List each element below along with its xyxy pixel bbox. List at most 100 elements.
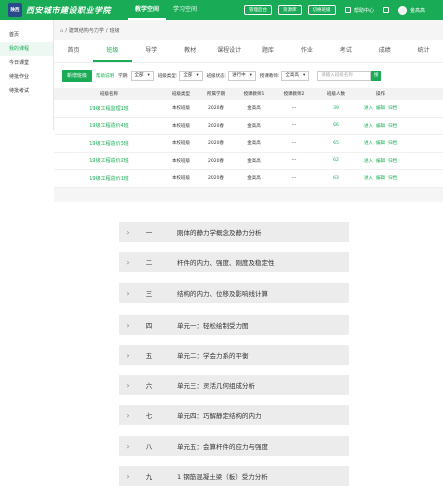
sidebar-item-my-courses[interactable]: 我的课程 [0, 42, 53, 56]
nav-teaching-space[interactable]: 教学空间 [128, 0, 167, 20]
tab-home[interactable]: 首页 [54, 40, 93, 62]
outline-item[interactable]: › 四 单元一：轻松绘制受力图 [119, 315, 349, 335]
teacher-filter-select[interactable]: 全高高 ▾ [281, 70, 310, 81]
course-tabs: 首页 班级 导学 教材 课程设计 题库 作业 考试 成绩 统计 [54, 40, 443, 62]
sidebar-item-pending-exams[interactable]: 待批考试 [0, 84, 53, 98]
enter-class-link[interactable]: 进入 [364, 158, 373, 164]
enter-class-link[interactable]: 进入 [364, 140, 373, 146]
enter-class-link[interactable]: 进入 [364, 175, 373, 181]
chevron-right-icon[interactable]: › [121, 442, 135, 451]
outline-item[interactable]: › 八 单元五：会算杆件的应力与强度 [119, 436, 349, 456]
edit-class-link[interactable]: 编辑 [376, 105, 385, 111]
class-student-count[interactable]: 63 [314, 176, 358, 181]
chevron-right-icon[interactable]: › [121, 258, 135, 267]
col-semester[interactable]: 所属学期 [198, 91, 234, 97]
breadcrumb-sep: / [65, 27, 67, 34]
col-teacher2: 授课教师2 [283, 92, 305, 97]
class-type-filter-select[interactable]: 全部 ▾ [179, 70, 203, 81]
outline-item[interactable]: › 九 1 钢筋混凝土梁（板）受力分析 [119, 466, 349, 486]
class-teacher1: 金高高 [247, 123, 261, 129]
class-student-count[interactable]: 62 [314, 158, 358, 163]
user-name[interactable]: 金高高 [410, 7, 425, 14]
class-student-count[interactable]: 66 [314, 123, 358, 128]
nav-learning-space[interactable]: 学习空间 [166, 0, 204, 20]
tab-guide[interactable]: 导学 [132, 40, 171, 62]
class-search-input[interactable]: 请输入班级名称 [317, 70, 372, 81]
class-type-filter-label: 班级类型: [157, 73, 178, 79]
chevron-right-icon[interactable]: › [121, 228, 135, 237]
col-student-count[interactable]: 班级人数 [314, 91, 358, 97]
col-class-name[interactable]: 班级名称 [54, 91, 164, 97]
sidebar-item-pending-homework[interactable]: 待批作业 [0, 70, 53, 84]
chevron-right-icon[interactable]: › [121, 351, 135, 360]
class-student-count[interactable]: 65 [314, 141, 358, 146]
class-name-link[interactable]: 19级工程监理1班 [54, 105, 164, 112]
edit-class-link[interactable]: 编辑 [376, 123, 385, 129]
outline-item[interactable]: › 二 杆件的内力、强度、刚度及稳定性 [119, 252, 349, 272]
tab-class[interactable]: 班级 [92, 40, 132, 62]
message-icon[interactable] [383, 7, 390, 13]
semester-filter-select[interactable]: 全部 ▾ [130, 70, 154, 81]
chevron-right-icon[interactable]: › [121, 411, 135, 420]
enter-class-link[interactable]: 进入 [364, 105, 373, 111]
search-button[interactable]: 搜 [371, 70, 382, 81]
avatar[interactable] [398, 5, 408, 15]
sidebar-item-today-class[interactable]: 今日课堂 [0, 56, 53, 70]
edit-class-link[interactable]: 编辑 [376, 158, 385, 164]
new-class-button[interactable]: 新增班级 [62, 69, 93, 82]
chevron-right-icon[interactable]: › [121, 472, 135, 481]
archive-class-link[interactable]: 归档 [388, 123, 397, 129]
tab-exam[interactable]: 考试 [326, 40, 365, 62]
outline-item-title: 杆件的内力、强度、刚度及稳定性 [177, 259, 275, 267]
outline-item-title: 1 钢筋混凝土梁（板）受力分析 [177, 473, 268, 481]
row-actions: 进入 编辑 归档 [358, 140, 403, 146]
outline-item[interactable]: › 五 单元二：学会力系的平衡 [119, 345, 349, 365]
outline-item-number: 二 [145, 259, 153, 267]
class-name-link[interactable]: 19级工程造价4班 [54, 122, 164, 129]
tab-grades[interactable]: 成绩 [365, 40, 404, 62]
outline-item-number: 六 [145, 382, 153, 390]
edit-class-link[interactable]: 编辑 [376, 175, 385, 181]
outline-item[interactable]: › 六 单元三：灵活几何组成分析 [119, 375, 349, 395]
switch-class-button[interactable]: 切换班级 [307, 5, 336, 15]
help-icon[interactable] [345, 7, 351, 13]
chevron-right-icon[interactable]: › [121, 289, 135, 298]
tab-statistics[interactable]: 统计 [404, 40, 443, 62]
class-type: 本校班级 [172, 141, 190, 147]
breadcrumb-course[interactable]: 建筑结构与力学 [69, 27, 104, 34]
home-icon[interactable]: ⌂ [60, 28, 63, 34]
outline-item-title: 单元二：学会力系的平衡 [177, 352, 249, 360]
class-name-link[interactable]: 19级工程造价1班 [54, 175, 164, 182]
class-name-link[interactable]: 19级工程造价2班 [54, 157, 164, 164]
outline-item[interactable]: › 三 结构的内力、位移及影响线计算 [119, 283, 349, 303]
class-status-filter-select[interactable]: 进行中 ▾ [228, 70, 256, 81]
class-teacher2: --- [291, 105, 297, 111]
archive-class-link[interactable]: 归档 [388, 105, 397, 111]
tab-course-design[interactable]: 课程设计 [210, 40, 249, 62]
row-actions: 进入 编辑 归档 [358, 123, 403, 129]
table-row: 19级工程监理1班 本校班级 2020春 金高高 --- 39 进入 编辑 归档 [54, 100, 443, 118]
class-student-count[interactable]: 39 [314, 106, 358, 111]
outline-item[interactable]: › 七 单元四：巧解静定结构的内力 [119, 405, 349, 425]
chevron-right-icon[interactable]: › [121, 321, 135, 330]
class-teacher2: --- [291, 158, 297, 164]
chevron-right-icon[interactable]: › [121, 381, 135, 390]
chevron-down-icon: ▾ [302, 72, 306, 78]
class-teacher1: 金高高 [247, 141, 261, 147]
help-center-link[interactable]: 帮助中心 [354, 7, 374, 14]
archive-class-link[interactable]: 归档 [388, 158, 397, 164]
tab-textbook[interactable]: 教材 [171, 40, 210, 62]
sidebar-item-home[interactable]: 首页 [0, 28, 53, 42]
tab-homework[interactable]: 作业 [287, 40, 326, 62]
admin-button[interactable]: 管理后台 [244, 5, 272, 15]
class-name-link[interactable]: 19级工程造价3班 [54, 140, 164, 147]
tab-question-bank[interactable]: 题库 [249, 40, 288, 62]
help-link[interactable]: 帮助说明 [96, 73, 114, 79]
archive-class-link[interactable]: 归档 [388, 175, 397, 181]
edit-class-link[interactable]: 编辑 [376, 140, 385, 146]
outline-item[interactable]: › 一 刚体的静力学概念及静力分析 [119, 222, 349, 242]
enter-class-link[interactable]: 进入 [364, 123, 373, 129]
class-toolbar: 新增班级 帮助说明 学期: 全部 ▾ 班级类型: 全部 ▾ 班级状态: 进行中 ▾ 授… [54, 62, 443, 88]
archive-class-link[interactable]: 归档 [388, 140, 397, 146]
resource-library-button[interactable]: 资源库 [278, 5, 302, 15]
